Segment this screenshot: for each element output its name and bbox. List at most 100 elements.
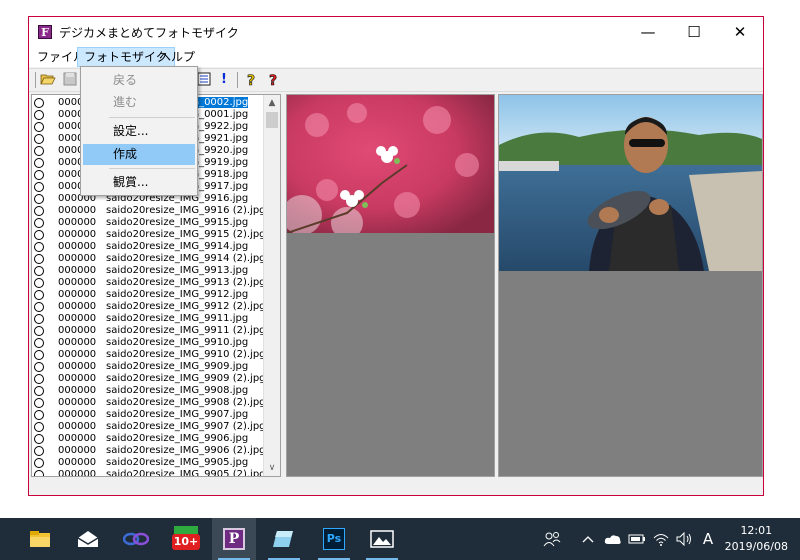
radio-button-icon[interactable] (34, 434, 44, 444)
link-app-icon[interactable] (114, 518, 158, 560)
list-item[interactable]: 000000 saido20resize_IMG_9908.jpg (32, 385, 264, 397)
radio-button-icon[interactable] (34, 266, 44, 276)
menu-help[interactable]: ヘルプ (153, 47, 201, 67)
radio-button-icon[interactable] (34, 206, 44, 216)
battery-icon[interactable] (626, 518, 648, 560)
scroll-up-arrow-icon[interactable]: ▲ (264, 95, 280, 111)
radio-button-icon[interactable] (34, 242, 44, 252)
radio-button-icon[interactable] (34, 446, 44, 456)
list-item[interactable]: 000000 saido20resize_IMG_9908 (2).jpg (32, 397, 266, 409)
radio-button-icon[interactable] (34, 110, 44, 120)
chevron-up-icon[interactable] (578, 518, 598, 560)
list-item[interactable]: 000000 saido20resize_IMG_9914.jpg (32, 241, 264, 253)
list-item[interactable]: 000000 saido20resize_IMG_9916 (2).jpg (32, 205, 266, 217)
radio-button-icon[interactable] (34, 134, 44, 144)
radio-button-icon[interactable] (34, 374, 44, 384)
radio-button-icon[interactable] (34, 182, 44, 192)
radio-button-icon[interactable] (34, 146, 44, 156)
list-item[interactable]: 000000 saido20resize_IMG_9914 (2).jpg (32, 253, 266, 265)
people-icon[interactable] (540, 518, 564, 560)
radio-button-icon[interactable] (34, 302, 44, 312)
list-item[interactable]: 000000 saido20resize_IMG_9912 (2).jpg (32, 301, 266, 313)
radio-button-icon[interactable] (34, 314, 44, 324)
exclamation-icon[interactable]: ! (215, 72, 233, 88)
minimize-button[interactable]: — (625, 17, 671, 47)
menu-item-forward[interactable]: 進む (83, 92, 195, 113)
radio-button-icon[interactable] (34, 122, 44, 132)
notes-app-icon[interactable] (262, 518, 306, 560)
open-folder-icon[interactable] (39, 72, 57, 88)
context-help-icon[interactable]: ? (265, 72, 283, 90)
radio-button-icon[interactable] (34, 326, 44, 336)
radio-button-icon[interactable] (34, 230, 44, 240)
file-explorer-icon[interactable] (18, 518, 62, 560)
ime-indicator[interactable]: A (698, 518, 718, 560)
radio-button-icon[interactable] (34, 350, 44, 360)
radio-button-icon[interactable] (34, 254, 44, 264)
menu-item-settings[interactable]: 設定... (83, 121, 195, 142)
radio-button-icon[interactable] (34, 422, 44, 432)
menu-item-create[interactable]: 作成 (83, 144, 195, 165)
list-item[interactable]: 000000 saido20resize_IMG_9906.jpg (32, 433, 264, 445)
list-item[interactable]: 000000 saido20resize_IMG_9910 (2).jpg (32, 349, 266, 361)
source-image-pane[interactable] (286, 94, 495, 477)
list-item[interactable]: 000000 saido20resize_IMG_9906 (2).jpg (32, 445, 266, 457)
app-icon[interactable]: F (38, 25, 52, 39)
taskbar: 10+ P Ps A 12:01 2019/06/08 (0, 518, 800, 560)
scroll-thumb[interactable] (266, 112, 278, 128)
list-item[interactable]: 000000 saido20resize_IMG_9913 (2).jpg (32, 277, 266, 289)
list-item[interactable]: 000000 saido20resize_IMG_9911.jpg (32, 313, 264, 325)
list-item-code: 000000 (58, 469, 97, 477)
radio-button-icon[interactable] (34, 458, 44, 468)
radio-button-icon[interactable] (34, 398, 44, 408)
radio-button-icon[interactable] (34, 338, 44, 348)
mosaic-image-pane[interactable] (498, 94, 763, 477)
list-item-code: 000000 (58, 289, 97, 300)
menu-item-view[interactable]: 観賞... (83, 172, 195, 193)
list-item[interactable]: 000000 saido20resize_IMG_9915.jpg (32, 217, 264, 229)
list-item[interactable]: 000000 saido20resize_IMG_9909 (2).jpg (32, 373, 266, 385)
photos-icon[interactable] (360, 518, 404, 560)
help-icon[interactable]: ? (243, 72, 261, 90)
list-item[interactable]: 000000 saido20resize_IMG_9910.jpg (32, 337, 264, 349)
close-button[interactable]: ✕ (717, 17, 763, 47)
list-item[interactable]: 000000 saido20resize_IMG_9909.jpg (32, 361, 264, 373)
scroll-down-chevron-icon[interactable]: ∨ (264, 460, 280, 476)
menu-bar: ファイル フォトモザイク ヘルプ (29, 47, 763, 67)
list-item[interactable]: 000000 saido20resize_IMG_9911 (2).jpg (32, 325, 266, 337)
radio-button-icon[interactable] (34, 218, 44, 228)
radio-button-icon[interactable] (34, 278, 44, 288)
list-item[interactable]: 000000 saido20resize_IMG_9907.jpg (32, 409, 264, 421)
title-bar[interactable]: F デジカメまとめてフォトモザイク — ☐ ✕ (29, 17, 763, 47)
mail-icon[interactable] (66, 518, 110, 560)
radio-button-icon[interactable] (34, 158, 44, 168)
radio-button-icon[interactable] (34, 470, 44, 476)
photomosaic-app-icon[interactable]: P (212, 518, 256, 560)
radio-button-icon[interactable] (34, 362, 44, 372)
radio-button-icon[interactable] (34, 290, 44, 300)
radio-button-icon[interactable] (34, 410, 44, 420)
save-icon[interactable] (61, 72, 79, 88)
list-item[interactable]: 000000 saido20resize_IMG_9905.jpg (32, 457, 264, 469)
list-item-filename: saido20resize_IMG_9907.jpg (106, 409, 248, 421)
cloud-icon[interactable] (602, 518, 624, 560)
list-item[interactable]: 000000 saido20resize_IMG_9907 (2).jpg (32, 421, 266, 433)
calendar-app-icon[interactable]: 10+ (164, 518, 208, 560)
wifi-icon[interactable] (650, 518, 672, 560)
photoshop-icon[interactable]: Ps (312, 518, 356, 560)
list-item-filename-text: saido20resize_IMG_9909 (2).jpg (106, 373, 266, 384)
volume-icon[interactable] (674, 518, 696, 560)
menu-item-back[interactable]: 戻る (83, 70, 195, 91)
radio-button-icon[interactable] (34, 98, 44, 108)
list-scrollbar[interactable]: ▲ ∨ (263, 95, 280, 476)
radio-button-icon[interactable] (34, 170, 44, 180)
list-item[interactable]: 000000 saido20resize_IMG_9905 (2).jpg (32, 469, 266, 477)
list-item-filename: saido20resize_IMG_9910.jpg (106, 337, 248, 349)
list-item[interactable]: 000000 saido20resize_IMG_9913.jpg (32, 265, 264, 277)
radio-button-icon[interactable] (34, 386, 44, 396)
list-item[interactable]: 000000 saido20resize_IMG_9912.jpg (32, 289, 264, 301)
list-item[interactable]: 000000 saido20resize_IMG_9915 (2).jpg (32, 229, 266, 241)
maximize-button[interactable]: ☐ (671, 17, 717, 47)
clock[interactable]: 12:01 2019/06/08 (725, 523, 788, 555)
radio-button-icon[interactable] (34, 194, 44, 204)
